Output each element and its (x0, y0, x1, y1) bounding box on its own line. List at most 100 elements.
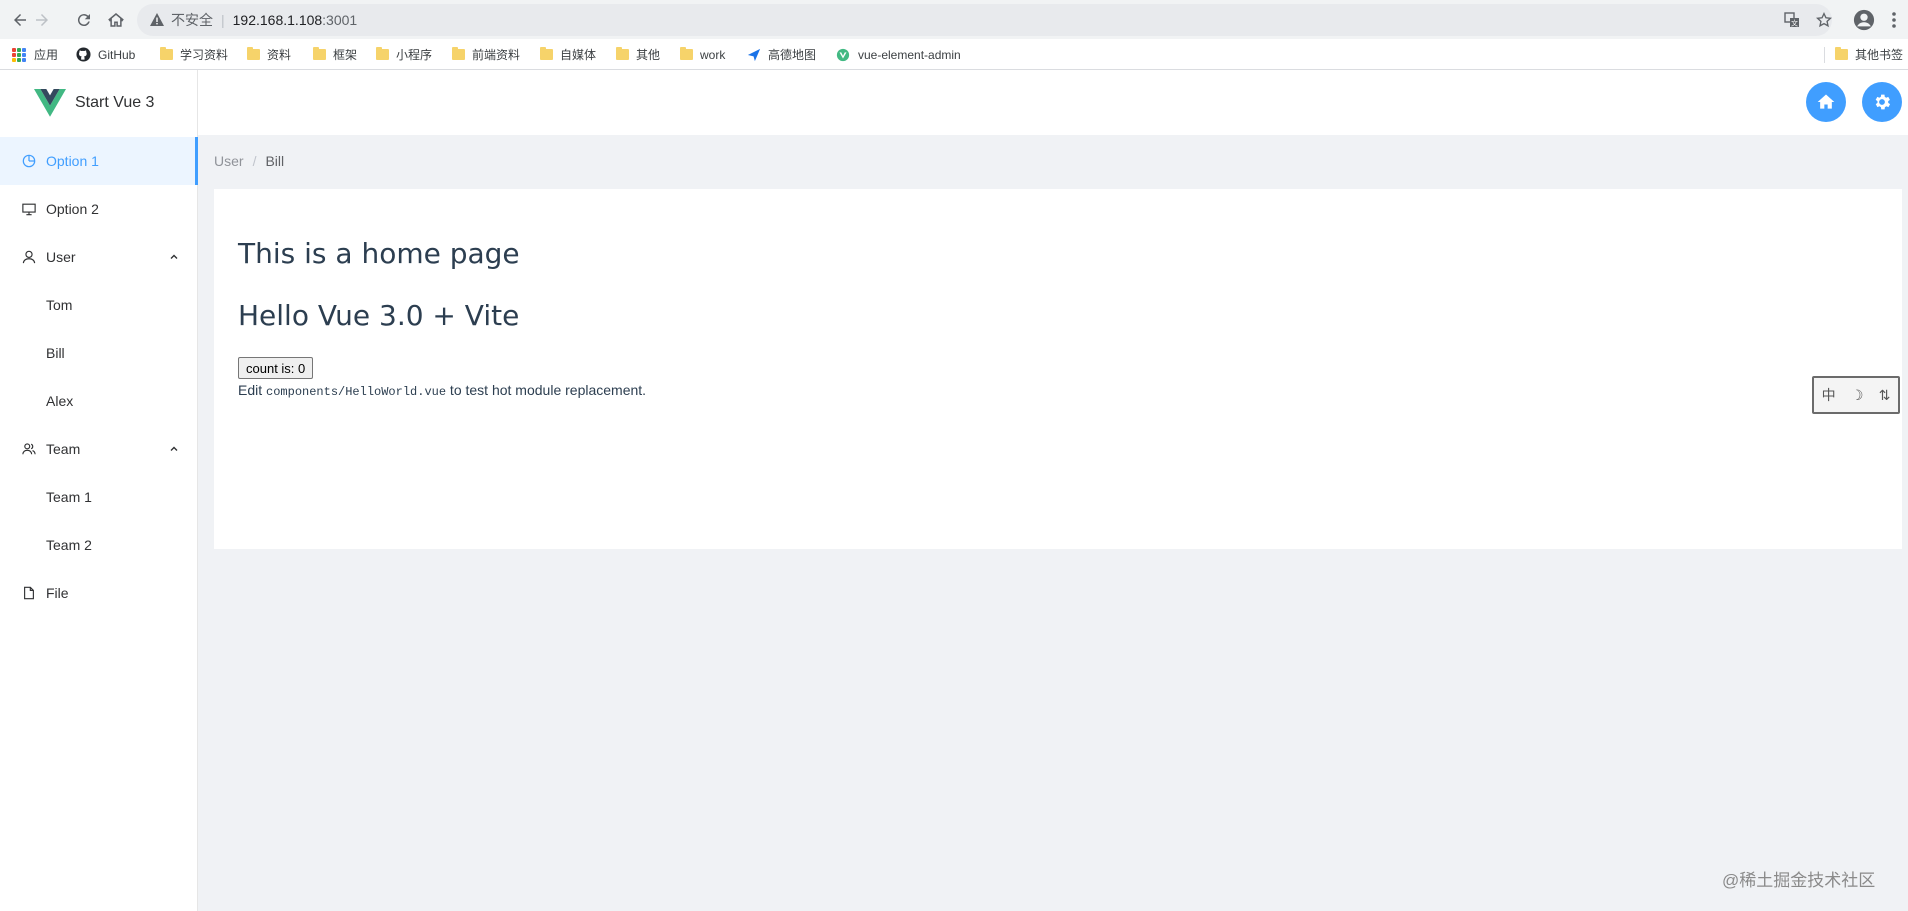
folder-icon (452, 47, 465, 60)
bookmark-label: 其他书签 (1855, 48, 1904, 62)
watermark: @稀土掘金技术社区 (1722, 871, 1876, 890)
breadcrumb-separator: / (252, 153, 257, 169)
content-card: This is a home page Hello Vue 3.0 + Vite… (214, 189, 1902, 549)
page-heading: This is a home page (238, 237, 520, 270)
bookmark-folder[interactable]: 前端资料 (452, 39, 520, 70)
arrow-right-icon (36, 14, 48, 26)
bookmark-vue-element-admin[interactable]: vue-element-admin (836, 39, 961, 70)
vue-logo-icon (34, 88, 66, 117)
address-bar[interactable]: 不安全 | 192.168.1.108 :3001 (137, 4, 1832, 36)
star-icon (1816, 12, 1832, 28)
folder-icon (680, 47, 693, 60)
breadcrumb: User / Bill (214, 153, 284, 169)
bookmark-label: 应用 (34, 48, 59, 62)
folder-icon (376, 47, 389, 60)
bookmark-folder[interactable]: 自媒体 (540, 39, 596, 70)
folder-icon (160, 47, 173, 60)
folder-icon (616, 47, 629, 60)
sidebar-item-label: Team 1 (46, 489, 92, 505)
folder-icon (1835, 47, 1848, 60)
logo-area[interactable]: Start Vue 3 (0, 70, 198, 135)
breadcrumb-parent[interactable]: User (214, 153, 244, 169)
sidebar-item-label: Option 1 (46, 153, 99, 169)
reload-button[interactable] (72, 8, 96, 32)
sidebar-item-label: Tom (46, 297, 73, 313)
sidebar-item-label: Bill (46, 345, 65, 361)
sidebar-item-label: File (46, 585, 69, 601)
security-label: 不安全 (171, 12, 213, 28)
ime-moon-icon[interactable]: ☽ (1851, 387, 1864, 404)
reload-icon (77, 14, 90, 27)
home-nav-button[interactable] (104, 8, 128, 32)
bookmark-divider (1824, 46, 1825, 63)
sidebar-item-label: Alex (46, 393, 74, 409)
team-icon (22, 442, 36, 456)
github-icon (76, 47, 91, 62)
translate-icon: 文 (1784, 12, 1799, 28)
sidebar-item-tom[interactable]: Tom (0, 281, 198, 329)
bookmark-other[interactable]: 其他书签 (1824, 39, 1903, 70)
user-icon (22, 250, 36, 264)
edit-prefix: Edit (238, 382, 267, 398)
sidebar-item-label: Option 2 (46, 201, 99, 217)
edit-code: components/HelloWorld.vue (266, 385, 447, 399)
bookmark-label: 小程序 (396, 48, 433, 62)
warning-icon (150, 13, 164, 26)
bookmark-label: 资料 (267, 48, 292, 62)
bookmark-label: GitHub (98, 47, 136, 62)
forward-button[interactable] (30, 8, 54, 32)
sidebar-item-team-1[interactable]: Team 1 (0, 473, 198, 521)
browser-menu-button[interactable] (1886, 8, 1902, 32)
edit-hint: Edit components/HelloWorld.vue to test h… (238, 382, 646, 399)
monitor-icon (22, 202, 36, 216)
translate-button[interactable]: 文 (1780, 8, 1804, 32)
back-button[interactable] (8, 8, 32, 32)
url-port: :3001 (322, 12, 358, 28)
sidebar-submenu-user[interactable]: User (0, 233, 198, 281)
count-button[interactable]: count is: 0 (238, 357, 314, 379)
sidebar-item-alex[interactable]: Alex (0, 377, 198, 425)
sidebar-item-file[interactable]: File (0, 569, 198, 617)
bookmark-label: work (700, 47, 726, 62)
ime-toolbar[interactable]: 中 ☽ ⇅ (1812, 376, 1900, 414)
bookmark-amap[interactable]: 高德地图 (747, 39, 816, 70)
home-button[interactable] (1806, 82, 1846, 122)
sidebar-item-option-1[interactable]: Option 1 (0, 137, 198, 185)
bookmark-folder[interactable]: 其他 (616, 39, 660, 70)
sidebar-item-bill[interactable]: Bill (0, 329, 198, 377)
bookmark-label: 其他 (636, 48, 661, 62)
home-outline-icon (108, 13, 124, 27)
amap-icon (747, 48, 761, 61)
bookmark-apps[interactable]: 应用 (12, 39, 58, 70)
arrow-left-icon (14, 14, 26, 26)
hello-heading: Hello Vue 3.0 + Vite (238, 299, 520, 332)
bookmark-folder[interactable]: work (680, 39, 725, 70)
bookmark-label: 前端资料 (472, 48, 521, 62)
folder-icon (247, 47, 260, 60)
sidebar-item-team-2[interactable]: Team 2 (0, 521, 198, 569)
bookmark-folder[interactable]: 学习资料 (160, 39, 228, 70)
gear-icon (1875, 94, 1891, 110)
settings-button[interactable] (1862, 82, 1902, 122)
bookmark-label: 学习资料 (180, 48, 229, 62)
bookmark-folder[interactable]: 框架 (313, 39, 357, 70)
sidebar-submenu-team[interactable]: Team (0, 425, 198, 473)
breadcrumb-current: Bill (265, 153, 285, 169)
sidebar-item-label: Team 2 (46, 537, 92, 553)
chevron-up-icon (170, 254, 178, 259)
sidebar-item-label: User (46, 249, 76, 265)
profile-button[interactable] (1852, 8, 1876, 32)
account-circle-icon (1853, 9, 1875, 31)
bookmark-label: vue-element-admin (858, 47, 961, 62)
bookmark-github[interactable]: GitHub (76, 39, 135, 70)
ime-chinese-mode[interactable]: 中 (1822, 385, 1836, 405)
sidebar-item-option-2[interactable]: Option 2 (0, 185, 198, 233)
bookmark-star-button[interactable] (1812, 8, 1836, 32)
app-title: Start Vue 3 (75, 93, 155, 111)
home-icon (1817, 94, 1835, 109)
bookmarks-bar: 应用 GitHub 学习资料 资料 框架 小程序 前端资料 自媒体 其他 wor… (0, 39, 1908, 70)
bookmark-label: 高德地图 (768, 48, 817, 62)
bookmark-folder[interactable]: 小程序 (376, 39, 432, 70)
bookmark-folder[interactable]: 资料 (247, 39, 291, 70)
ime-switch-icon[interactable]: ⇅ (1879, 387, 1891, 404)
